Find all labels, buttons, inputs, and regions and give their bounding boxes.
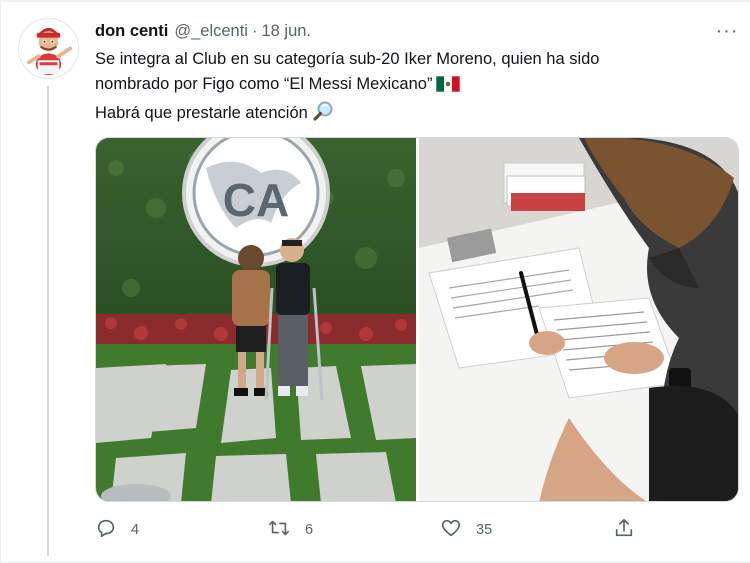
thread-line [47, 86, 49, 556]
more-options-button[interactable]: ··· [712, 20, 742, 42]
retweet-button[interactable]: 6 [267, 512, 313, 548]
author-name[interactable]: don centi [95, 22, 168, 41]
author-handle[interactable]: @_elcenti [174, 22, 248, 41]
share-button[interactable] [613, 512, 635, 548]
tweet-text-line-2: nombrado por Figo como “El Messi Mexican… [95, 72, 735, 100]
tweet-date[interactable]: 18 jun. [261, 22, 311, 41]
tweet-actions: 4 6 35 [95, 512, 745, 548]
avatar-character-icon [19, 19, 78, 78]
frame-top-border [0, 0, 750, 2]
heart-icon [440, 517, 462, 543]
reply-button[interactable]: 4 [95, 512, 139, 548]
like-count: 35 [476, 522, 493, 538]
frame-left-border [0, 0, 1, 563]
tweet-text-line-3-text: Habrá que prestarle atención [95, 104, 308, 122]
crest-text: CA [223, 174, 289, 226]
tweet-text: Se integra al Club en su categoría sub-2… [95, 47, 735, 130]
paper-stack [503, 162, 586, 211]
tweet-media[interactable]: CA [95, 137, 739, 502]
mexico-flag-icon [436, 75, 461, 100]
reply-count: 4 [131, 522, 140, 538]
reply-icon [95, 517, 117, 543]
retweet-count: 6 [305, 522, 314, 538]
separator-dot: · [251, 21, 258, 40]
tweet-header: don centi @_elcenti · 18 jun. [95, 20, 311, 42]
tweet-text-line-1: Se integra al Club en su categoría sub-2… [95, 50, 600, 68]
tweet-text-line-3: Habrá que prestarle atención [95, 100, 735, 130]
tweet-text-line-2-text: nombrado por Figo como “El Messi Mexican… [95, 75, 433, 93]
retweet-icon [267, 517, 291, 543]
magnifying-glass-icon [312, 100, 334, 130]
club-america-crest-two-players-photo[interactable]: CA [96, 138, 416, 501]
contract-signing-photo[interactable] [419, 138, 738, 501]
like-button[interactable]: 35 [440, 512, 492, 548]
avatar[interactable] [18, 18, 79, 79]
more-icon: ··· [715, 19, 739, 42]
share-icon [613, 517, 635, 543]
